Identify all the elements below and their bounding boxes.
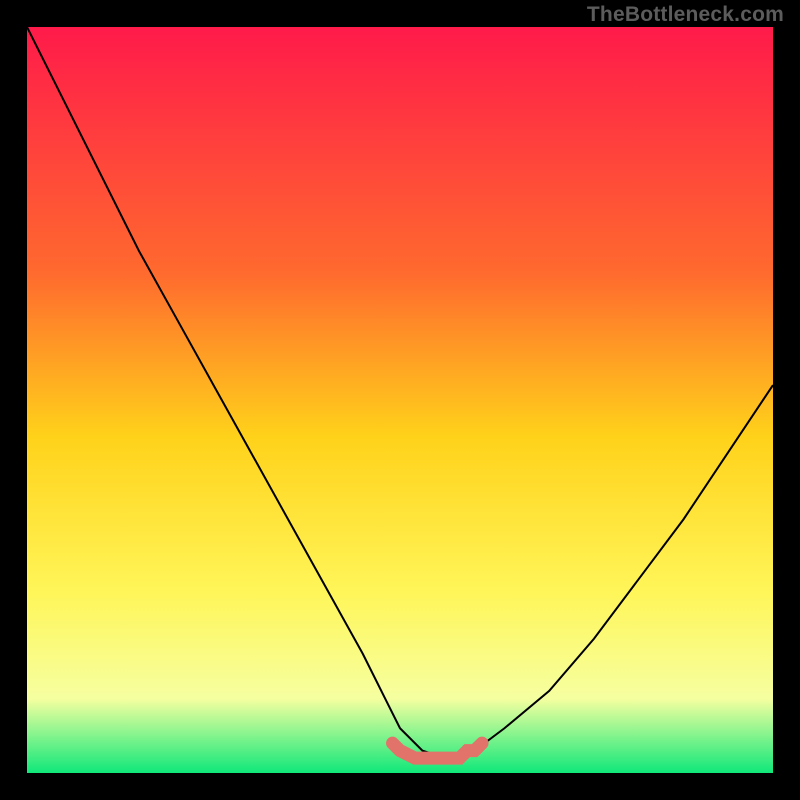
watermark-label: TheBottleneck.com (587, 3, 784, 27)
chart-frame: TheBottleneck.com (0, 0, 800, 800)
bottleneck-plot (27, 27, 773, 773)
gradient-background (27, 27, 773, 773)
